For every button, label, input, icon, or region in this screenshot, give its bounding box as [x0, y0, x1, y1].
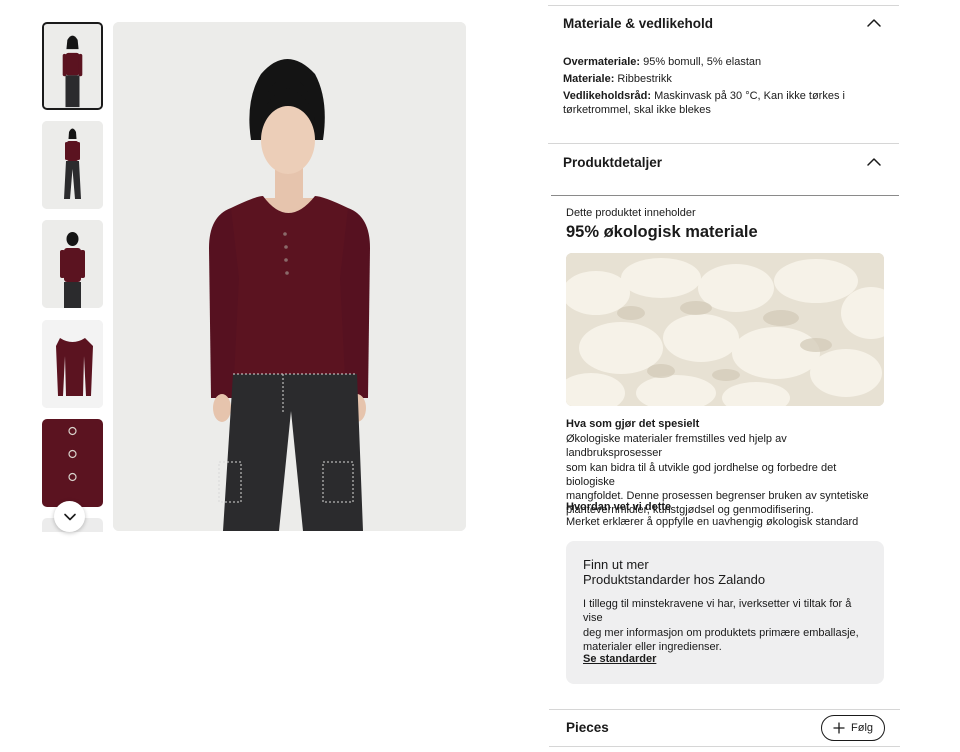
special-title: Hva som gjør det spesielt — [566, 418, 700, 430]
thumbnail-full-body[interactable] — [42, 121, 103, 209]
follow-brand-button[interactable]: Følg — [821, 715, 885, 741]
how-title: Hvordan vet vi dette — [566, 501, 672, 513]
model-photo — [113, 22, 466, 531]
divider — [549, 709, 900, 710]
divider — [551, 195, 899, 196]
divider — [549, 746, 900, 747]
divider — [548, 5, 899, 6]
spec-row-outer-material: Overmateriale: 95% bomull, 5% elastan — [563, 55, 853, 69]
garment-flat-thumb-image — [42, 320, 103, 408]
wool-texture — [566, 253, 884, 406]
spec-row-care: Vedlikeholdsråd: Maskinvask på 30 °C, Ka… — [563, 89, 853, 103]
thumbnail-front[interactable] — [42, 22, 103, 110]
info-box-text: I tillegg til minstekravene vi har, iver… — [583, 597, 871, 654]
main-product-image[interactable] — [113, 22, 466, 531]
spec-label: Overmateriale: — [563, 56, 641, 68]
model-front-thumb-image — [44, 24, 101, 108]
spec-row-material: Materiale: Ribbestrikk — [563, 72, 853, 86]
product-details-accordion-title[interactable]: Produktdetaljer — [563, 155, 662, 170]
info-box-line: deg mer informasjon om produktets primær… — [583, 626, 859, 639]
model-full-body-thumb-image — [42, 121, 103, 209]
eco-intro-text: Dette produktet inneholder — [566, 207, 696, 219]
thumbnail-flat-lay[interactable] — [42, 320, 103, 408]
see-standards-link[interactable]: Se standarder — [583, 653, 656, 665]
spec-label: Vedlikeholdsråd: — [563, 90, 652, 102]
spec-value: Maskinvask på 30 °C, Kan ikke tørkes i — [654, 90, 845, 102]
spec-value: tørketrommel, skal ikke blekes — [563, 104, 711, 116]
how-text: Merket erklærer å oppfylle en uavhengig … — [566, 516, 859, 528]
info-box-line: I tillegg til minstekravene vi har, iver… — [583, 598, 852, 625]
special-line: som kan bidra til å utvikle god jordhels… — [566, 461, 837, 488]
chevron-up-icon[interactable] — [866, 15, 882, 31]
divider — [548, 143, 899, 144]
special-line: Økologiske materialer fremstilles ved hj… — [566, 433, 787, 460]
spec-label: Materiale: — [563, 73, 615, 85]
thumbnail-detail[interactable] — [42, 419, 103, 507]
spec-row-care-cont: tørketrommel, skal ikke blekes — [563, 103, 853, 117]
thumbnails-scroll-down-button[interactable] — [54, 501, 85, 532]
materials-accordion-title[interactable]: Materiale & vedlikehold — [563, 16, 713, 31]
plus-icon — [833, 722, 845, 734]
chevron-up-icon[interactable] — [866, 154, 882, 170]
thumbnail-back[interactable] — [42, 220, 103, 308]
model-back-thumb-image — [42, 220, 103, 308]
follow-label: Følg — [851, 722, 873, 734]
spec-value: 95% bomull, 5% elastan — [643, 56, 762, 68]
eco-headline: 95% økologisk materiale — [566, 223, 758, 241]
spec-value: Ribbestrikk — [617, 73, 672, 85]
info-box-title-line2: Produktstandarder hos Zalando — [583, 572, 766, 587]
standards-info-box: Finn ut mer Produktstandarder hos Zaland… — [566, 541, 884, 684]
button-detail-thumb-image — [42, 419, 103, 507]
info-box-title-line1: Finn ut mer — [583, 557, 649, 572]
organic-material-image — [566, 253, 884, 406]
chevron-down-icon — [63, 513, 76, 520]
brand-name[interactable]: Pieces — [566, 720, 609, 735]
